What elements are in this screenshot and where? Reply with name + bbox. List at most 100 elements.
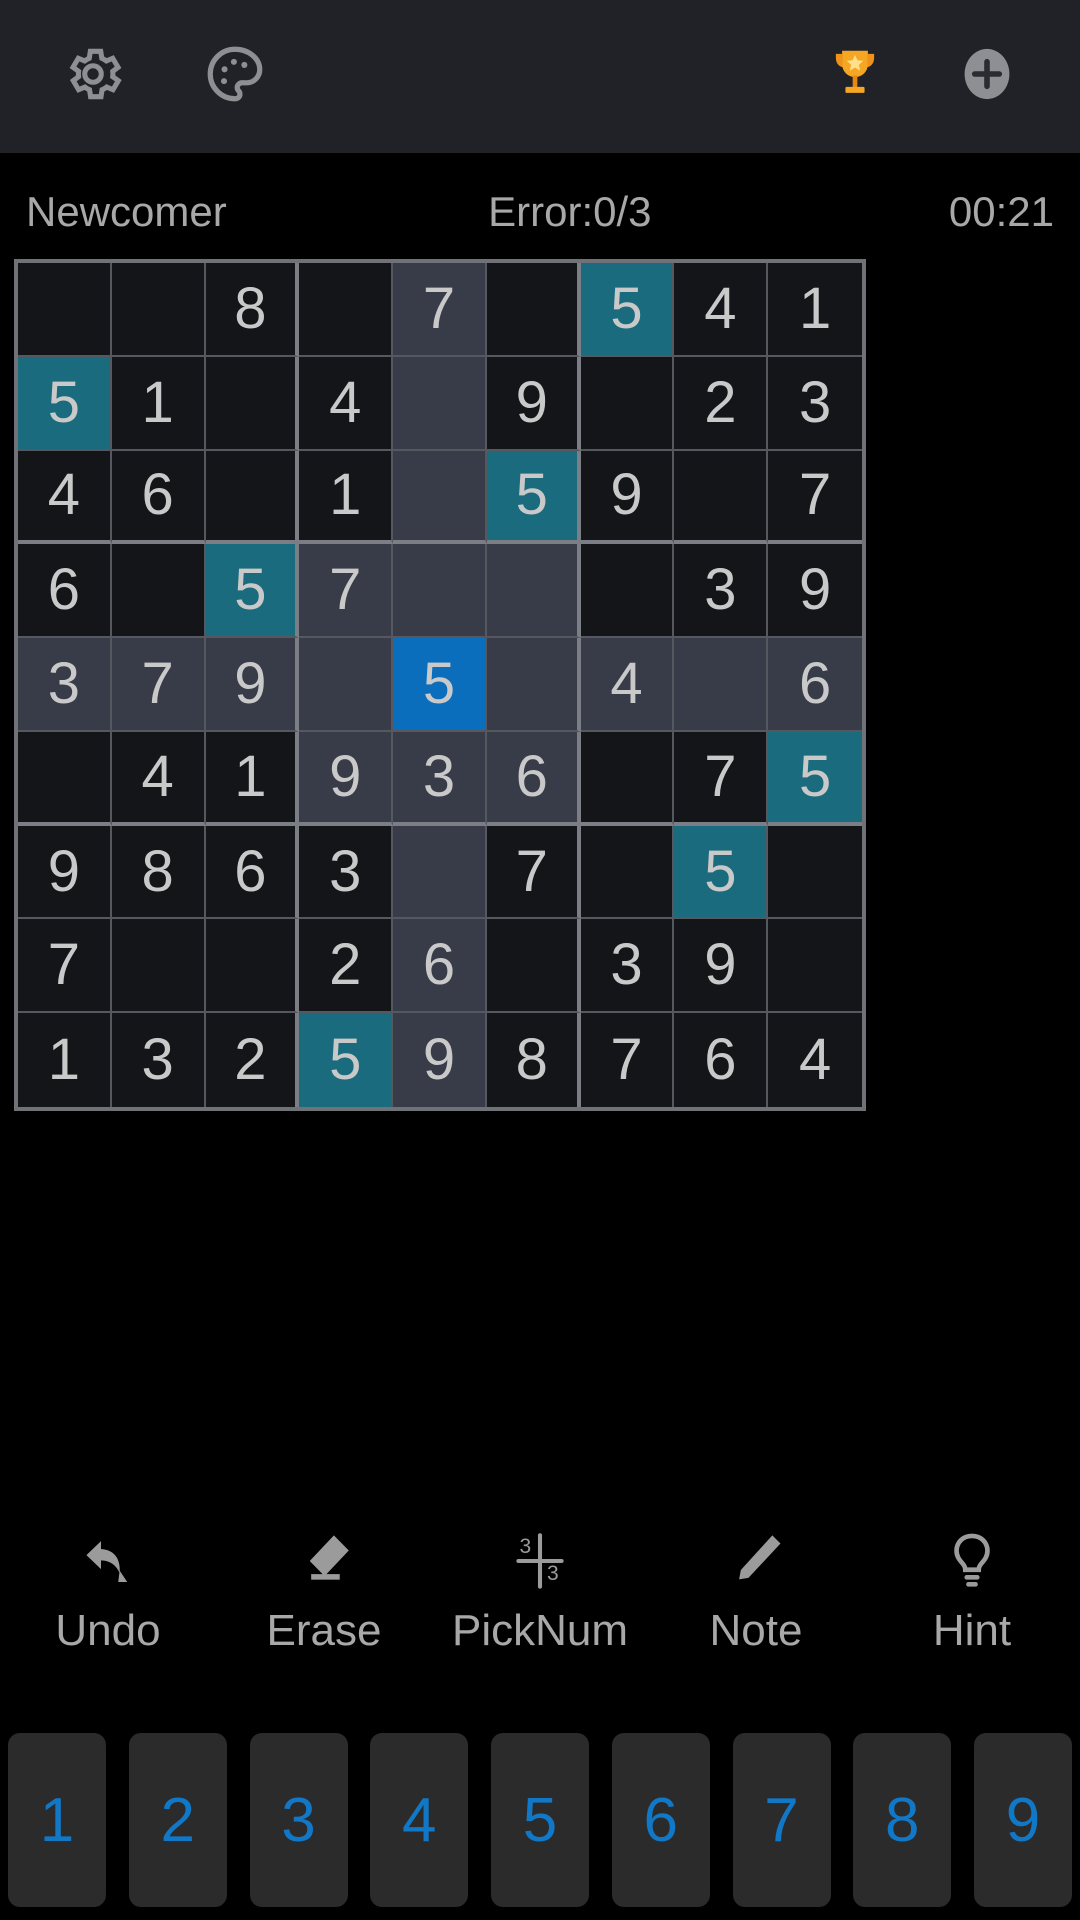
sudoku-cell[interactable] bbox=[674, 638, 769, 732]
sudoku-cell[interactable]: 9 bbox=[580, 450, 675, 545]
sudoku-cell[interactable] bbox=[393, 825, 487, 920]
numpad-key-4[interactable]: 4 bbox=[370, 1733, 469, 1907]
sudoku-cell[interactable] bbox=[111, 544, 206, 639]
sudoku-cell[interactable] bbox=[111, 263, 206, 357]
sudoku-cell[interactable] bbox=[486, 638, 581, 732]
sudoku-cell[interactable]: 8 bbox=[486, 1013, 581, 1107]
sudoku-cell[interactable]: 5 bbox=[486, 450, 581, 545]
sudoku-cell[interactable] bbox=[205, 919, 300, 1014]
tool-undo-button[interactable]: Undo bbox=[8, 1522, 208, 1656]
sudoku-cell[interactable]: 7 bbox=[18, 919, 112, 1014]
sudoku-cell[interactable]: 6 bbox=[768, 638, 862, 732]
sudoku-cell[interactable] bbox=[768, 919, 862, 1014]
sudoku-cell[interactable]: 7 bbox=[580, 1013, 675, 1107]
numpad-key-8[interactable]: 8 bbox=[853, 1733, 952, 1907]
sudoku-cell[interactable]: 9 bbox=[18, 825, 112, 920]
sudoku-cell[interactable] bbox=[580, 356, 675, 451]
sudoku-board[interactable]: 8754151492346159765739379546419367598637… bbox=[18, 263, 862, 1107]
tool-note-button[interactable]: Note bbox=[656, 1522, 856, 1656]
sudoku-cell[interactable]: 9 bbox=[486, 356, 581, 451]
sudoku-cell[interactable]: 3 bbox=[18, 638, 112, 732]
sudoku-cell[interactable] bbox=[486, 544, 581, 639]
sudoku-cell[interactable] bbox=[393, 356, 487, 451]
sudoku-cell[interactable] bbox=[111, 919, 206, 1014]
sudoku-cell[interactable]: 6 bbox=[486, 731, 581, 826]
sudoku-cell[interactable]: 9 bbox=[768, 544, 862, 639]
sudoku-cell[interactable] bbox=[299, 638, 394, 732]
sudoku-cell[interactable]: 6 bbox=[111, 450, 206, 545]
tool-erase-button[interactable]: Erase bbox=[224, 1522, 424, 1656]
sudoku-cell[interactable]: 4 bbox=[674, 263, 769, 357]
numpad-key-1[interactable]: 1 bbox=[8, 1733, 106, 1907]
sudoku-cell[interactable]: 5 bbox=[205, 544, 300, 639]
sudoku-cell[interactable]: 1 bbox=[205, 731, 300, 826]
settings-button[interactable] bbox=[58, 42, 128, 112]
sudoku-cell[interactable]: 8 bbox=[205, 263, 300, 357]
numpad-key-7[interactable]: 7 bbox=[732, 1733, 831, 1907]
sudoku-cell[interactable]: 4 bbox=[18, 450, 112, 545]
sudoku-cell[interactable]: 2 bbox=[299, 919, 394, 1014]
sudoku-cell[interactable]: 9 bbox=[205, 638, 300, 732]
trophy-button[interactable] bbox=[820, 42, 890, 112]
sudoku-cell[interactable]: 5 bbox=[674, 825, 769, 920]
sudoku-cell[interactable]: 7 bbox=[674, 731, 769, 826]
add-button[interactable] bbox=[952, 42, 1022, 112]
sudoku-cell[interactable]: 6 bbox=[393, 919, 487, 1014]
numpad-key-9[interactable]: 9 bbox=[974, 1733, 1072, 1907]
sudoku-cell[interactable] bbox=[486, 919, 581, 1014]
numpad-key-5[interactable]: 5 bbox=[491, 1733, 589, 1907]
sudoku-cell[interactable]: 4 bbox=[768, 1013, 862, 1107]
sudoku-cell[interactable] bbox=[580, 825, 675, 920]
sudoku-cell[interactable]: 1 bbox=[768, 263, 862, 357]
sudoku-cell[interactable]: 1 bbox=[299, 450, 394, 545]
sudoku-cell[interactable] bbox=[205, 356, 300, 451]
sudoku-cell[interactable]: 3 bbox=[768, 356, 862, 451]
sudoku-cell[interactable]: 5 bbox=[393, 638, 487, 732]
sudoku-cell[interactable]: 7 bbox=[768, 450, 862, 545]
sudoku-cell[interactable]: 5 bbox=[299, 1013, 394, 1107]
numpad-key-6[interactable]: 6 bbox=[611, 1733, 710, 1907]
sudoku-cell[interactable]: 7 bbox=[486, 825, 581, 920]
sudoku-cell[interactable]: 5 bbox=[18, 356, 112, 451]
numpad-key-2[interactable]: 2 bbox=[128, 1733, 227, 1907]
sudoku-cell[interactable] bbox=[205, 450, 300, 545]
sudoku-cell[interactable]: 1 bbox=[111, 356, 206, 451]
sudoku-cell[interactable]: 9 bbox=[674, 919, 769, 1014]
numpad-key-3[interactable]: 3 bbox=[249, 1733, 348, 1907]
sudoku-cell[interactable] bbox=[393, 544, 487, 639]
sudoku-cell[interactable]: 3 bbox=[674, 544, 769, 639]
sudoku-cell[interactable]: 2 bbox=[674, 356, 769, 451]
sudoku-cell[interactable]: 1 bbox=[18, 1013, 112, 1107]
sudoku-cell[interactable]: 9 bbox=[393, 1013, 487, 1107]
sudoku-cell[interactable]: 3 bbox=[580, 919, 675, 1014]
sudoku-cell[interactable]: 6 bbox=[674, 1013, 769, 1107]
sudoku-cell[interactable]: 3 bbox=[299, 825, 394, 920]
sudoku-cell[interactable]: 4 bbox=[111, 731, 206, 826]
sudoku-cell[interactable]: 6 bbox=[18, 544, 112, 639]
sudoku-cell[interactable] bbox=[486, 263, 581, 357]
sudoku-cell[interactable]: 5 bbox=[580, 263, 675, 357]
sudoku-cell[interactable] bbox=[580, 544, 675, 639]
sudoku-cell[interactable]: 7 bbox=[111, 638, 206, 732]
sudoku-cell[interactable]: 2 bbox=[205, 1013, 300, 1107]
sudoku-cell[interactable]: 8 bbox=[111, 825, 206, 920]
sudoku-cell[interactable] bbox=[768, 825, 862, 920]
sudoku-cell[interactable]: 4 bbox=[580, 638, 675, 732]
theme-button[interactable] bbox=[200, 42, 270, 112]
sudoku-cell[interactable] bbox=[299, 263, 394, 357]
sudoku-cell[interactable]: 9 bbox=[299, 731, 394, 826]
sudoku-cell[interactable] bbox=[580, 731, 675, 826]
sudoku-cell[interactable]: 3 bbox=[111, 1013, 206, 1107]
sudoku-cell[interactable]: 5 bbox=[768, 731, 862, 826]
sudoku-cell[interactable] bbox=[18, 731, 112, 826]
tool-hint-button[interactable]: Hint bbox=[872, 1522, 1072, 1656]
sudoku-cell[interactable]: 3 bbox=[393, 731, 487, 826]
sudoku-cell[interactable]: 7 bbox=[393, 263, 487, 357]
sudoku-cell[interactable] bbox=[18, 263, 112, 357]
sudoku-cell[interactable] bbox=[393, 450, 487, 545]
sudoku-cell[interactable]: 6 bbox=[205, 825, 300, 920]
tool-picknum-button[interactable]: 3 3 PickNum bbox=[440, 1522, 640, 1656]
sudoku-cell[interactable]: 7 bbox=[299, 544, 394, 639]
sudoku-cell[interactable] bbox=[674, 450, 769, 545]
sudoku-cell[interactable]: 4 bbox=[299, 356, 394, 451]
